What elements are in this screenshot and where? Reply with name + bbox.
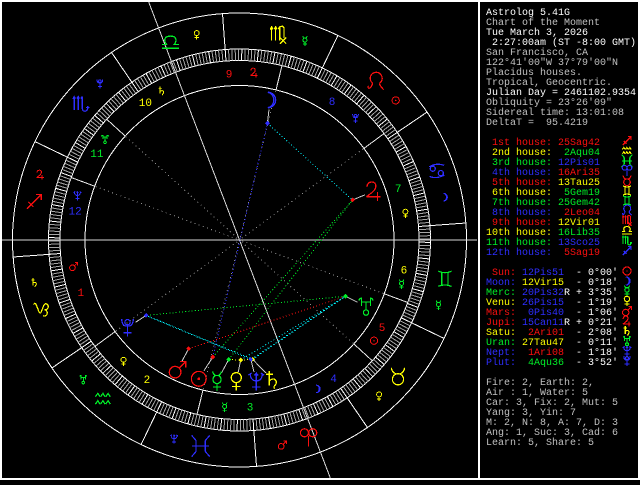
svg-text:12: 12: [68, 207, 81, 219]
svg-text:6: 6: [401, 266, 408, 278]
svg-text:- 3°52': - 3°52': [570, 357, 618, 369]
svg-text:3: 3: [247, 403, 254, 415]
svg-text:1: 1: [77, 288, 84, 300]
svg-text:12th house:: 12th house:: [486, 247, 552, 259]
svg-text:8: 8: [329, 97, 336, 109]
svg-text:4Aqu36: 4Aqu36: [522, 358, 564, 369]
svg-text:7: 7: [395, 184, 402, 196]
svg-text:4: 4: [330, 374, 337, 386]
svg-text:5Sag19: 5Sag19: [558, 248, 600, 259]
svg-text:9: 9: [226, 69, 233, 81]
svg-text:DeltaT = 95.4219: DeltaT = 95.4219: [486, 117, 588, 129]
svg-text:11: 11: [90, 149, 104, 161]
svg-text:5: 5: [379, 323, 386, 335]
svg-text:2: 2: [144, 375, 151, 387]
svg-text:Plut:: Plut:: [486, 357, 516, 369]
svg-text:10: 10: [139, 98, 152, 110]
svg-text:Learn: 5, Share: 5: Learn: 5, Share: 5: [486, 437, 594, 449]
